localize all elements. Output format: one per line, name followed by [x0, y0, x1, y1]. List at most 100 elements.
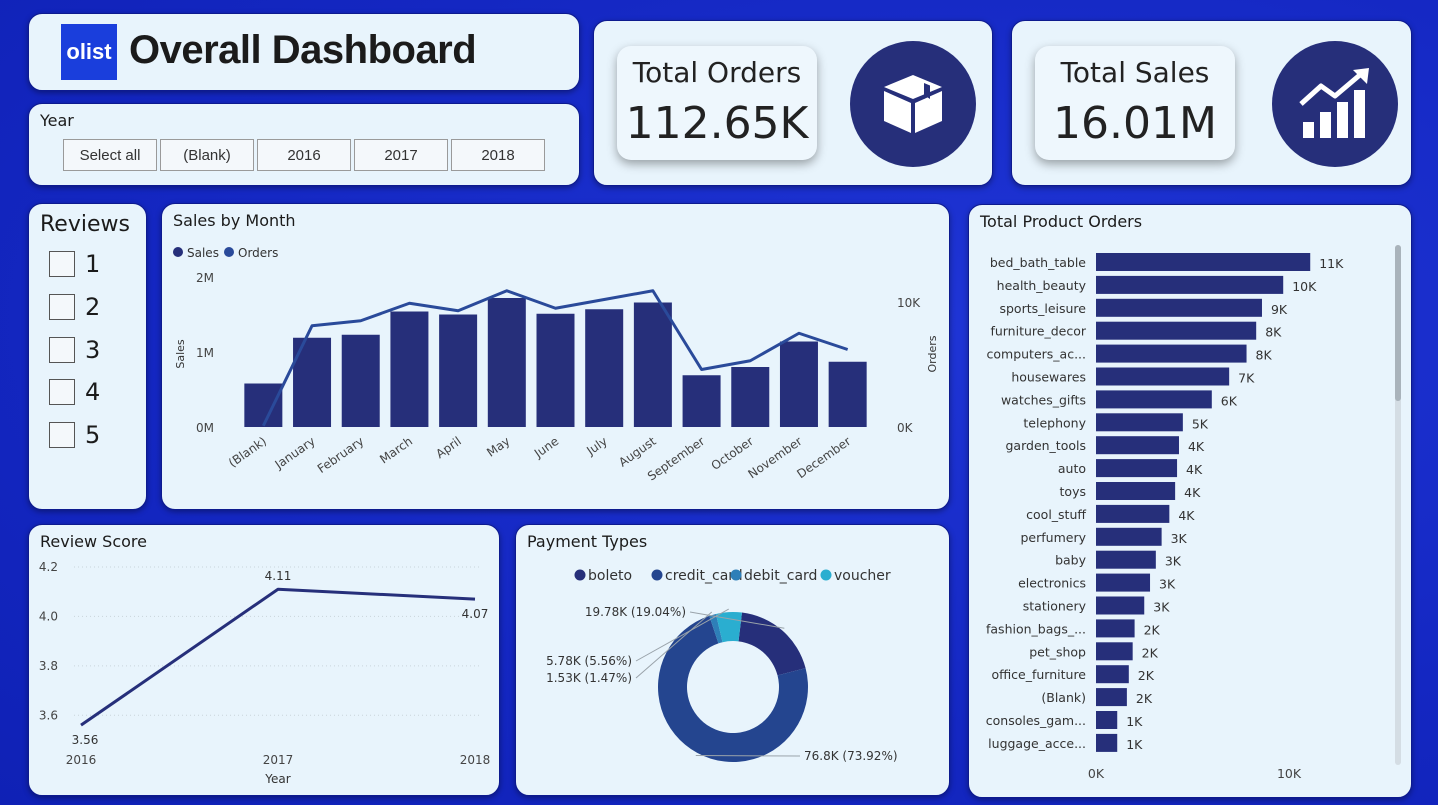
data-label: 1.53K (1.47%) — [546, 671, 632, 685]
review-option-2[interactable]: 2 — [49, 293, 100, 321]
package-box-icon — [850, 41, 976, 167]
page-title: Overall Dashboard — [129, 28, 477, 72]
year-option-2018[interactable]: 2018 — [451, 139, 545, 171]
reviews-filter: Reviews 1 2 3 4 5 — [28, 203, 147, 510]
product-bar — [1096, 367, 1230, 386]
year-option-2016[interactable]: 2016 — [257, 139, 351, 171]
x-tick-label: July — [583, 434, 610, 458]
data-label: 8K — [1265, 325, 1282, 340]
scrollbar-thumb — [1395, 245, 1401, 401]
review-option-label: 5 — [85, 421, 101, 449]
product-bar — [1096, 344, 1247, 363]
data-label: 4.07 — [462, 607, 489, 621]
sales-bar — [731, 367, 770, 427]
data-label: 5.78K (5.56%) — [546, 654, 632, 668]
category-label: consoles_gam... — [986, 713, 1086, 728]
x-tick-label: March — [377, 434, 415, 466]
review-checkbox[interactable] — [49, 422, 75, 448]
data-label: 3K — [1159, 577, 1176, 592]
category-label: computers_ac... — [987, 347, 1087, 362]
year-option-2017[interactable]: 2017 — [354, 139, 448, 171]
total-product-orders-card: Total Product Orders bed_bath_table 11K he… — [968, 204, 1412, 798]
y2-tick-label: 0K — [897, 421, 914, 435]
x-tick-label: April — [433, 434, 464, 461]
data-label: 3.56 — [72, 733, 99, 747]
sales-bar — [341, 334, 380, 427]
legend-marker — [730, 569, 742, 581]
product-bar — [1096, 436, 1179, 455]
category-label: baby — [1055, 553, 1087, 568]
product-bar — [1096, 688, 1127, 707]
review-checkbox[interactable] — [49, 251, 75, 277]
data-label: 1K — [1126, 737, 1143, 752]
review-option-label: 4 — [85, 378, 101, 406]
review-score-line — [80, 587, 476, 727]
x-tick-label: 0K — [1088, 766, 1105, 781]
review-checkbox[interactable] — [49, 379, 75, 405]
data-label: 19.78K (19.04%) — [585, 605, 686, 619]
product-bar — [1096, 390, 1212, 409]
total-sales-value: 16.01M — [1053, 98, 1217, 149]
review-option-label: 2 — [85, 293, 101, 321]
review-checkbox[interactable] — [49, 294, 75, 320]
review-option-1[interactable]: 1 — [49, 250, 100, 278]
total-orders-box: Total Orders 112.65K — [617, 46, 817, 160]
total-orders-label: Total Orders — [632, 56, 802, 89]
x-tick-label: 10K — [1277, 766, 1302, 781]
data-label: 7K — [1238, 371, 1255, 386]
product-bar — [1096, 711, 1118, 729]
data-label: 4K — [1178, 508, 1195, 523]
x-tick-label: June — [531, 434, 561, 461]
review-option-4[interactable]: 4 — [49, 378, 100, 406]
category-label: telephony — [1023, 415, 1086, 430]
legend-label: voucher — [834, 568, 891, 584]
data-label: 3K — [1153, 600, 1170, 615]
legend-marker — [224, 247, 234, 257]
category-label: fashion_bags_... — [986, 621, 1086, 636]
category-label: housewares — [1011, 370, 1086, 385]
product-bar — [1096, 413, 1183, 432]
sales-bar — [439, 314, 478, 427]
product-bar — [1096, 275, 1284, 294]
category-label: luggage_acce... — [988, 736, 1086, 751]
x-tick-label: 2018 — [460, 753, 491, 767]
year-option-select-all[interactable]: Select all — [63, 139, 157, 171]
sales-bar — [390, 311, 429, 427]
legend-marker — [820, 569, 832, 581]
data-label: 2K — [1136, 691, 1153, 706]
total-sales-box: Total Sales 16.01M — [1035, 46, 1235, 160]
data-label: 3K — [1165, 554, 1182, 569]
payment-types-card: Payment Types boleto credit_card debit_car… — [515, 524, 950, 796]
x-tick-label: January — [272, 434, 318, 472]
y-tick-label: 4.2 — [39, 560, 58, 574]
legend-marker — [173, 247, 183, 257]
y-tick-label: 3.6 — [39, 708, 58, 722]
category-label: furniture_decor — [990, 324, 1086, 339]
review-checkbox[interactable] — [49, 337, 75, 363]
growth-chart-icon — [1272, 41, 1398, 167]
year-option-blank[interactable]: (Blank) — [160, 139, 254, 171]
review-option-3[interactable]: 3 — [49, 336, 100, 364]
x-tick-label: February — [315, 434, 367, 476]
data-label: 2K — [1144, 622, 1161, 637]
legend-label: Sales — [187, 246, 219, 260]
data-label: 1K — [1126, 714, 1143, 729]
review-option-5[interactable]: 5 — [49, 421, 100, 449]
data-label: 9K — [1271, 302, 1288, 317]
x-tick-label: May — [484, 434, 512, 460]
sales-by-month-chart: Sales Orders 0M 1M 2M 0K 10K Sales Orders (Blank)… — [173, 246, 939, 484]
category-label: garden_tools — [1006, 438, 1087, 453]
product-bar — [1096, 504, 1170, 523]
category-label: perfumery — [1021, 530, 1087, 545]
sales-bar — [633, 302, 672, 427]
y-tick-label: 1M — [196, 346, 214, 360]
data-label: 76.8K (73.92%) — [804, 749, 898, 763]
review-score-card: Review Score 3.6 3.8 4.0 4.2 3.56 2016 4.11 201… — [28, 524, 500, 796]
data-label: 2K — [1138, 668, 1155, 683]
total-orders-card: Total Orders 112.65K — [593, 20, 993, 186]
review-option-label: 1 — [85, 250, 101, 278]
review-option-label: 3 — [85, 336, 101, 364]
year-filter-label: Year — [40, 111, 74, 130]
category-label: cool_stuff — [1026, 507, 1086, 522]
total-sales-card: Total Sales 16.01M — [1011, 20, 1412, 186]
